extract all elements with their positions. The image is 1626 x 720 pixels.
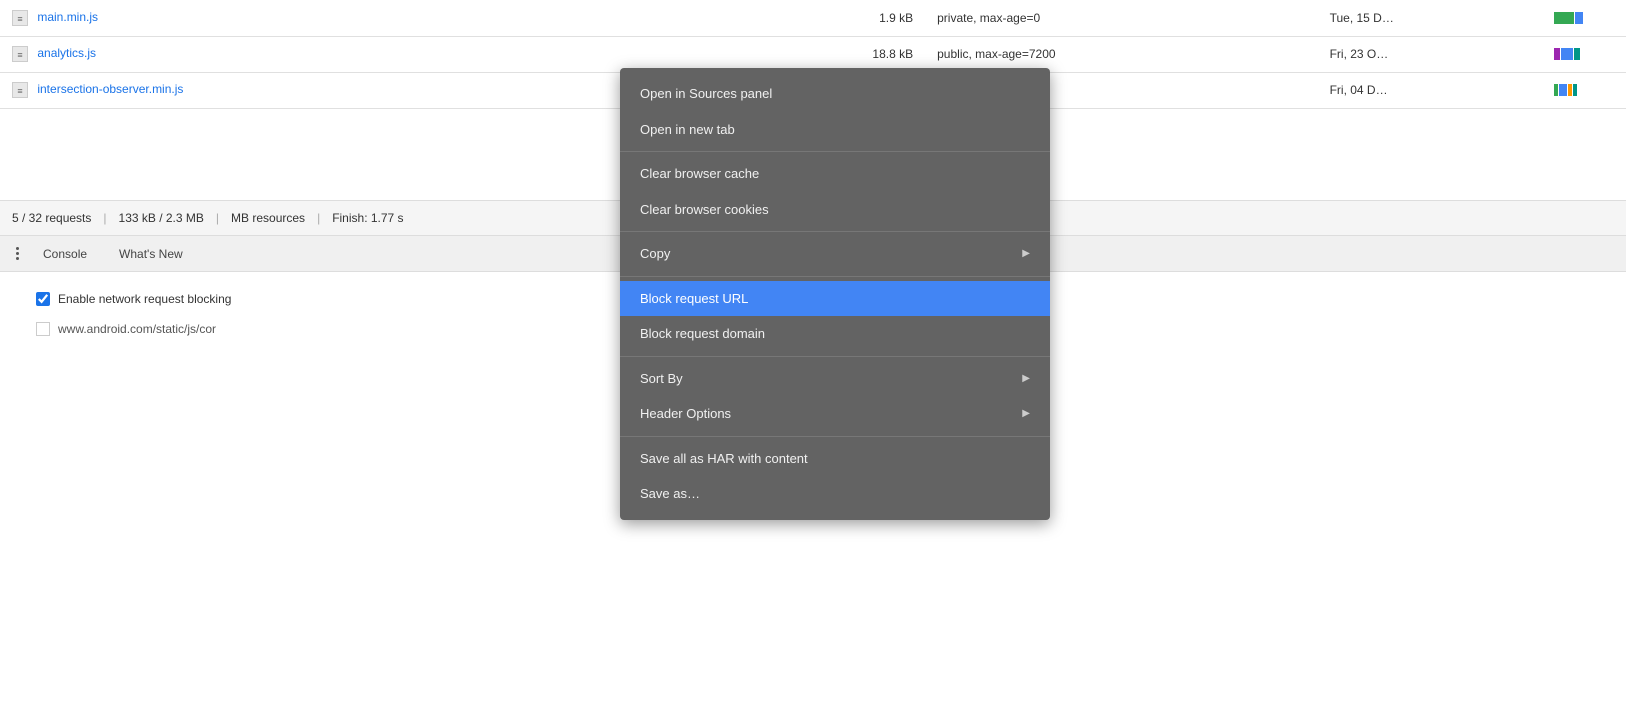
- menu-section-sort: Sort By ▶ Header Options ▶: [620, 357, 1050, 437]
- resources: MB resources: [231, 211, 305, 225]
- menu-item-label: Save as…: [640, 484, 700, 504]
- waterfall-bar: [1554, 84, 1614, 96]
- open-in-sources-panel-item[interactable]: Open in Sources panel: [620, 76, 1050, 112]
- menu-section-clear: Clear browser cache Clear browser cookie…: [620, 152, 1050, 232]
- more-options-button[interactable]: [8, 243, 27, 264]
- menu-item-label: Sort By: [640, 369, 683, 389]
- menu-section-save: Save all as HAR with content Save as…: [620, 437, 1050, 516]
- submenu-arrow-icon: ▶: [1022, 406, 1030, 421]
- finish-time: Finish: 1.77 s: [332, 211, 403, 225]
- save-as-item[interactable]: Save as…: [620, 476, 1050, 512]
- context-menu: Open in Sources panel Open in new tab Cl…: [620, 68, 1050, 520]
- file-icon: ≡: [12, 10, 28, 26]
- console-tab[interactable]: Console: [27, 241, 103, 267]
- submenu-arrow-icon: ▶: [1022, 371, 1030, 386]
- file-name: intersection-observer.min.js: [37, 82, 183, 96]
- sort-by-item[interactable]: Sort By ▶: [620, 361, 1050, 397]
- file-icon: ≡: [12, 46, 28, 62]
- date: Fri, 23 O…: [1318, 36, 1542, 72]
- menu-item-label: Copy: [640, 244, 670, 264]
- url-checkbox[interactable]: [36, 322, 50, 336]
- block-request-domain-item[interactable]: Block request domain: [620, 316, 1050, 352]
- waterfall-bar: [1554, 12, 1614, 24]
- copy-item[interactable]: Copy ▶: [620, 236, 1050, 272]
- menu-item-label: Open in Sources panel: [640, 84, 772, 104]
- table-row[interactable]: ≡ main.min.js 1.9 kB private, max-age=0 …: [0, 0, 1626, 36]
- file-name: analytics.js: [37, 46, 96, 60]
- file-size: 18.8 kB: [757, 36, 925, 72]
- menu-item-label: Clear browser cache: [640, 164, 759, 184]
- cache-control: public, max-age=7200: [925, 36, 1317, 72]
- block-request-url-item[interactable]: Block request URL: [620, 281, 1050, 317]
- menu-section-block: Block request URL Block request domain: [620, 277, 1050, 357]
- menu-section-copy: Copy ▶: [620, 232, 1050, 277]
- transfer-size: 133 kB / 2.3 MB: [119, 211, 204, 225]
- menu-item-label: Save all as HAR with content: [640, 449, 808, 469]
- url-label: www.android.com/static/js/cor: [58, 322, 216, 336]
- menu-item-label: Open in new tab: [640, 120, 735, 140]
- menu-item-label: Clear browser cookies: [640, 200, 769, 220]
- open-in-new-tab-item[interactable]: Open in new tab: [620, 112, 1050, 148]
- menu-item-label: Block request URL: [640, 289, 748, 309]
- menu-section-open: Open in Sources panel Open in new tab: [620, 72, 1050, 152]
- menu-item-label: Block request domain: [640, 324, 765, 344]
- file-icon: ≡: [12, 82, 28, 98]
- table-row[interactable]: ≡ analytics.js 18.8 kB public, max-age=7…: [0, 36, 1626, 72]
- enable-blocking-label: Enable network request blocking: [58, 292, 231, 306]
- submenu-arrow-icon: ▶: [1022, 246, 1030, 261]
- request-count: 5 / 32 requests: [12, 211, 91, 225]
- date: Fri, 04 D…: [1318, 72, 1542, 108]
- clear-browser-cache-item[interactable]: Clear browser cache: [620, 156, 1050, 192]
- file-size: 1.9 kB: [757, 0, 925, 36]
- cache-control: private, max-age=0: [925, 0, 1317, 36]
- date: Tue, 15 D…: [1318, 0, 1542, 36]
- file-name: main.min.js: [37, 10, 98, 24]
- enable-blocking-checkbox[interactable]: [36, 292, 50, 306]
- header-options-item[interactable]: Header Options ▶: [620, 396, 1050, 432]
- save-har-item[interactable]: Save all as HAR with content: [620, 441, 1050, 477]
- waterfall-bar: [1554, 48, 1614, 60]
- menu-item-label: Header Options: [640, 404, 731, 424]
- clear-browser-cookies-item[interactable]: Clear browser cookies: [620, 192, 1050, 228]
- whats-new-tab[interactable]: What's New: [103, 241, 199, 267]
